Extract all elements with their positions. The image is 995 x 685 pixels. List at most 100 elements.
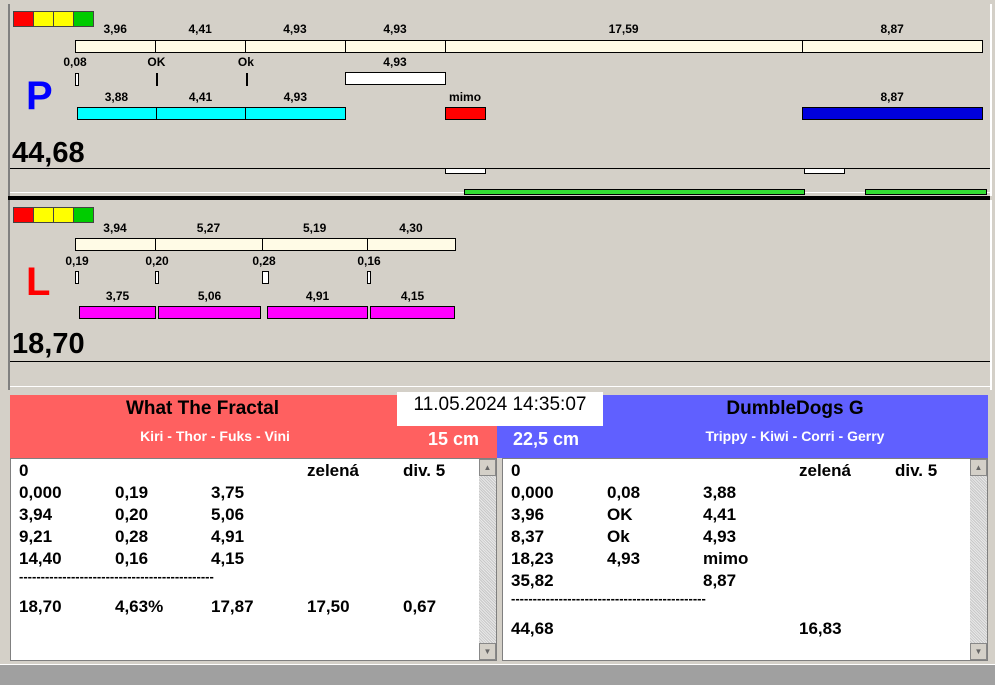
run-bar bbox=[370, 306, 455, 319]
segment-label: 8,87 bbox=[880, 22, 904, 36]
run-bar bbox=[158, 306, 261, 319]
run-bar bbox=[155, 107, 247, 120]
cell: 18,23 bbox=[511, 549, 554, 568]
indicator-square bbox=[33, 207, 54, 223]
segment-bar bbox=[367, 238, 456, 251]
indicator-square bbox=[53, 11, 74, 27]
indicator-square bbox=[53, 207, 74, 223]
run-label: 4,41 bbox=[188, 90, 213, 104]
scrollbar[interactable]: ▲ ▼ bbox=[479, 459, 496, 660]
segment-label: 5,27 bbox=[196, 221, 221, 235]
team-name: What The Fractal bbox=[125, 398, 280, 419]
cell: 8,37 bbox=[511, 527, 545, 546]
cell: 0 bbox=[511, 461, 521, 480]
green-bar bbox=[865, 189, 987, 195]
cell: Ok bbox=[607, 527, 630, 546]
left-track-panel: L 18,70 3,94 5,27 5,19 4,30 0,19 3,75 0,20 5,06… bbox=[8, 200, 992, 390]
table-row: 0,000 0,08 3,88 bbox=[503, 483, 970, 505]
cell: 14,40 bbox=[19, 549, 62, 568]
mimo-label: mimo bbox=[449, 90, 482, 104]
cell: 4,91 bbox=[211, 527, 245, 546]
cell: 44,68 bbox=[511, 619, 554, 638]
run-bar bbox=[79, 306, 156, 319]
dog-names: Trippy - Kiwi - Corri - Gerry bbox=[705, 428, 885, 444]
cell: 35,82 bbox=[511, 571, 554, 590]
cell: 0,19 bbox=[115, 483, 149, 502]
segment-label: 4,41 bbox=[188, 22, 212, 36]
marker-label: 0,28 bbox=[252, 254, 276, 268]
cell: 17,87 bbox=[211, 597, 254, 616]
cell: OK bbox=[607, 505, 633, 524]
marker bbox=[75, 73, 79, 86]
marker-label: 0,08 bbox=[63, 55, 87, 69]
cell: 3,94 bbox=[19, 505, 53, 524]
indicator-square bbox=[13, 11, 34, 27]
table-row: 8,37 Ok 4,93 bbox=[503, 527, 970, 549]
table-row: 3,96 OK 4,41 bbox=[503, 505, 970, 527]
cell: ----------------------------------------… bbox=[19, 569, 214, 584]
marker-label: OK bbox=[147, 55, 166, 69]
run-label: 5,06 bbox=[197, 289, 222, 303]
indicator-square bbox=[73, 207, 94, 223]
marker-label: 0,19 bbox=[65, 254, 89, 268]
cell: 4,93 bbox=[607, 549, 641, 568]
segment-bar bbox=[75, 238, 156, 251]
total-length: 44,68 bbox=[12, 137, 85, 169]
side-label: P bbox=[26, 74, 53, 118]
scrollbar[interactable]: ▲ ▼ bbox=[970, 459, 987, 660]
table-row: 0 zelená div. 5 bbox=[503, 461, 970, 483]
marker bbox=[262, 271, 269, 284]
run-label: 3,75 bbox=[105, 289, 130, 303]
cell: 3,96 bbox=[511, 505, 545, 524]
marker-label: 0,16 bbox=[357, 254, 381, 268]
cell: 9,21 bbox=[19, 527, 53, 546]
run-bar bbox=[267, 306, 368, 319]
datetime: 11.05.2024 14:35:07 bbox=[397, 392, 603, 426]
cell: 5,06 bbox=[211, 505, 245, 524]
cell: 0 bbox=[19, 461, 29, 480]
table-row: 18,23 4,93 mimo bbox=[503, 549, 970, 571]
segment-label: 4,93 bbox=[383, 22, 407, 36]
segment-bar bbox=[445, 40, 804, 53]
cell: mimo bbox=[703, 549, 749, 568]
team-right-results[interactable]: ▲ ▼ 0 zelená div. 5 0,000 0,08 3,88 3,96 OK 4,41 8… bbox=[502, 458, 988, 661]
segment-bar bbox=[802, 40, 984, 53]
segment-bar bbox=[261, 238, 369, 251]
segment-bar bbox=[75, 40, 157, 53]
status-bar bbox=[0, 664, 995, 685]
segment-bar bbox=[155, 40, 246, 53]
total-length: 18,70 bbox=[12, 328, 85, 360]
cell: 0,28 bbox=[115, 527, 149, 546]
segment-bar bbox=[244, 40, 346, 53]
segment-label: 5,19 bbox=[302, 221, 327, 235]
cell: 0,000 bbox=[511, 483, 554, 502]
run-bar bbox=[245, 107, 347, 120]
segment-label: 4,93 bbox=[283, 22, 307, 36]
cell: 4,15 bbox=[211, 549, 245, 568]
marker bbox=[367, 271, 371, 284]
cell: 16,83 bbox=[799, 619, 842, 638]
white-bar-label: 4,93 bbox=[383, 55, 407, 69]
indicator-square bbox=[73, 11, 94, 27]
mimo-bar bbox=[445, 107, 487, 120]
blue-bar bbox=[802, 107, 984, 120]
table-row: 0 zelená div. 5 bbox=[11, 461, 479, 483]
cell: 0,67 bbox=[403, 597, 437, 616]
cell: 0,08 bbox=[607, 483, 641, 502]
team-name: DumbleDogs G bbox=[726, 398, 864, 419]
dog-names: Kiri - Thor - Fuks - Vini bbox=[140, 428, 290, 444]
table-row: 35,82 8,87 bbox=[503, 571, 970, 593]
run-label: 4,91 bbox=[305, 289, 330, 303]
team-left-results[interactable]: ▲ ▼ 0 zelená div. 5 0,000 0,19 3,75 3,94 0,20 5,0… bbox=[10, 458, 497, 661]
side-label: L bbox=[26, 260, 51, 304]
cell: 0,000 bbox=[19, 483, 62, 502]
run-label: 3,88 bbox=[104, 90, 129, 104]
marker-label: Ok bbox=[237, 55, 254, 69]
cell: 4,41 bbox=[703, 505, 737, 524]
cell: ----------------------------------------… bbox=[511, 591, 706, 606]
cell: zelená bbox=[799, 461, 851, 480]
marker bbox=[245, 73, 248, 86]
cell: div. 5 bbox=[403, 461, 446, 480]
run-bar bbox=[77, 107, 157, 120]
cell: 0,20 bbox=[115, 505, 149, 524]
